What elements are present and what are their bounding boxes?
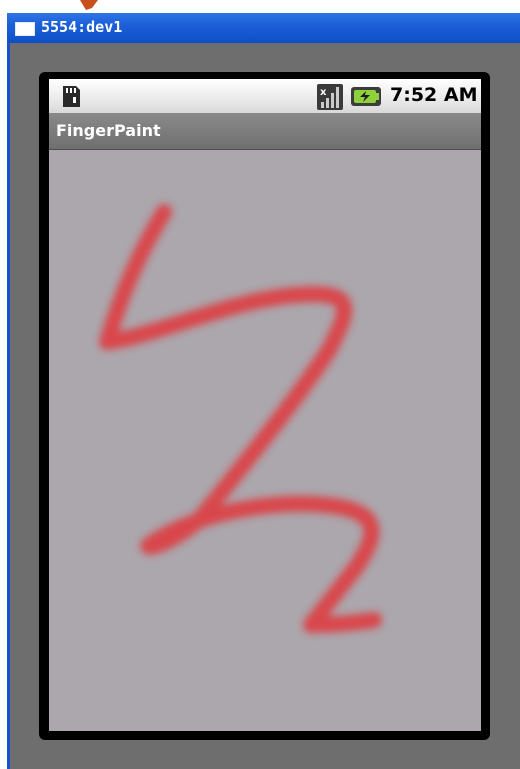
svg-text:x: x [320,87,327,98]
paint-stroke-layer [99,204,382,633]
top-corner-mark [80,0,98,10]
sd-card-icon [63,86,80,107]
app-title: FingerPaint [56,121,161,140]
status-bar: x 7:52 AM [49,79,481,113]
status-clock: 7:52 AM [390,84,478,106]
signal-icon: x [317,84,343,110]
app-title-bar: FingerPaint [49,113,481,150]
window-icon [15,22,35,36]
window-title-bar[interactable]: 5554:dev1 [7,13,520,43]
painted-stroke [99,204,382,633]
device-screen: x 7:52 AM FingerPaint [49,79,481,731]
window-title: 5554:dev1 [41,18,123,36]
paint-canvas[interactable] [49,150,481,731]
battery-charging-icon [351,87,381,106]
